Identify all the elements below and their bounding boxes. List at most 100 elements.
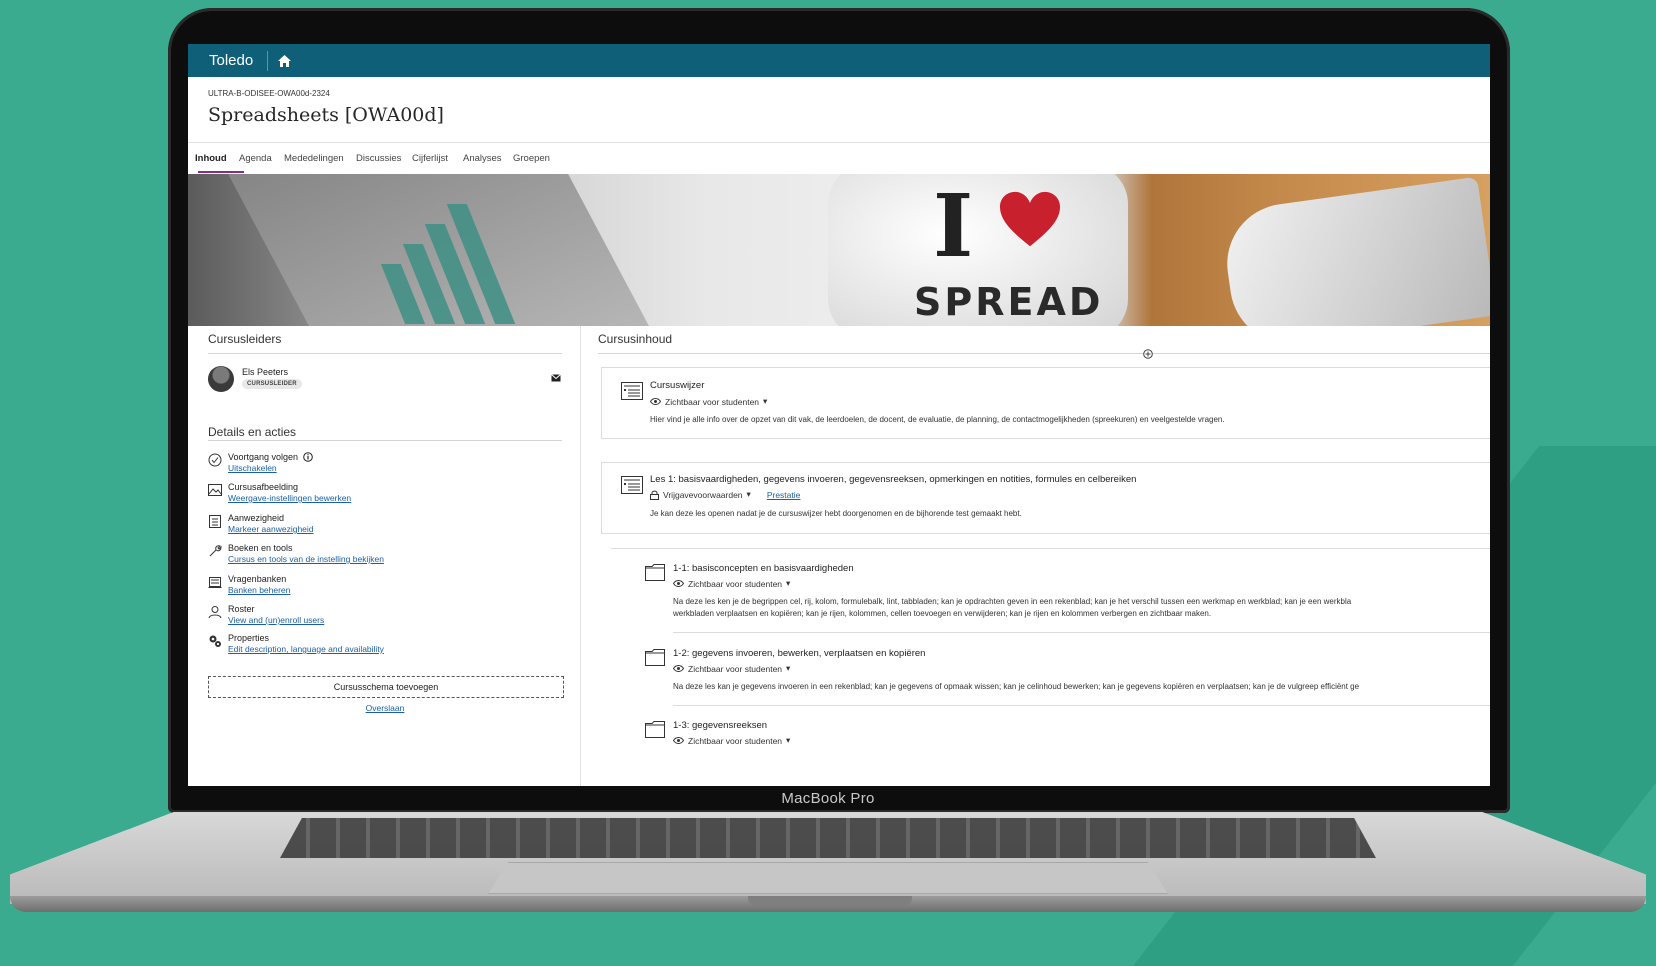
leaders-divider [208,353,562,354]
leader-name[interactable]: Els Peeters [242,367,288,377]
performance-link[interactable]: Prestatie [767,490,801,500]
detail-link-display-settings[interactable]: Weergave-instellingen bewerken [228,493,351,503]
folder-description: Na deze les kan je gegevens invoeren in … [673,682,1360,691]
folder-divider [673,632,1490,633]
eye-icon [673,580,684,587]
detail-link-books-tools[interactable]: Cursus en tools van de instelling bekijk… [228,554,384,564]
folder-icon [645,649,665,666]
chevron-down-icon: ▾ [786,578,791,588]
detail-link-properties[interactable]: Edit description, language and availabil… [228,644,384,654]
details-heading: Details en acties [208,425,297,439]
detail-label: Properties [228,633,270,643]
banner-newspaper [1219,176,1490,326]
skip-link[interactable]: Overslaan [188,703,582,713]
banner-mug-word: SPREAD [914,280,1104,324]
eye-icon [673,665,684,672]
heart-icon [1000,191,1060,247]
eye-icon [650,398,661,405]
add-content-plus-icon[interactable] [1143,349,1153,359]
topbar-divider [267,50,269,71]
question-bank-icon [208,577,222,588]
folder-title[interactable]: 1-1: basisconcepten en basisvaardigheden [673,563,854,574]
folder-divider [673,705,1490,706]
visibility-dropdown[interactable]: Zichtbaar voor studenten ▾ [650,396,767,407]
document-icon [621,476,643,494]
visibility-dropdown[interactable]: Zichtbaar voor studenten ▾ [673,578,790,589]
screen: Toledo ULTRA-B-ODISEE-OWA00d-2324 Spread… [188,44,1490,786]
progress-check-icon [208,453,222,467]
tab-agenda[interactable]: Agenda [239,153,272,164]
lock-icon [650,490,659,500]
tab-analyses[interactable]: Analyses [463,153,502,164]
detail-link-enroll[interactable]: View and (un)enroll users [228,615,324,625]
active-tab-indicator [198,171,244,173]
tab-discussies[interactable]: Discussies [356,153,401,164]
gears-icon [209,635,221,647]
app-logo[interactable]: Toledo [209,52,253,69]
document-icon [621,382,643,400]
content-item-description: Hier vind je alle info over de opzet van… [650,415,1225,424]
release-conditions-dropdown[interactable]: Vrijgavevoorwaarden ▾ Prestatie [650,489,800,500]
folder-description: Na deze les ken je de begrippen cel, rij… [673,597,1352,606]
chevron-down-icon: ▾ [746,489,751,499]
folder-icon [645,564,665,581]
laptop-base [10,812,1646,916]
chevron-down-icon: ▾ [763,396,768,406]
info-icon[interactable] [303,452,313,462]
course-tabs: Inhoud Agenda Mededelingen Discussies Ci… [188,142,1490,176]
wrench-icon [209,545,222,557]
laptop-notch [748,896,912,906]
add-schedule-button[interactable]: Cursusschema toevoegen [208,676,564,698]
leaders-heading: Cursusleiders [208,332,282,346]
visibility-label: Zichtbaar voor studenten [665,396,760,407]
leader-role-badge: CURSUSLEIDER [242,379,302,389]
visibility-dropdown[interactable]: Zichtbaar voor studenten ▾ [673,735,790,746]
column-divider [580,326,581,786]
detail-label: Boeken en tools [228,543,293,553]
detail-link-banks[interactable]: Banken beheren [228,585,290,595]
keyboard [280,818,1376,858]
chevron-down-icon: ▾ [786,735,791,745]
image-icon [208,484,222,496]
home-icon[interactable] [278,54,292,67]
eye-icon [673,737,684,744]
detail-label: Cursusafbeelding [228,482,299,492]
folder-title[interactable]: 1-2: gegevens invoeren, bewerken, verpla… [673,648,925,659]
page-title: Spreadsheets [OWA00d] [208,104,444,126]
content-item-title[interactable]: Les 1: basisvaardigheden, gegevens invoe… [650,474,1136,485]
chevron-down-icon: ▾ [786,663,791,673]
course-code: ULTRA-B-ODISEE-OWA00d-2324 [208,89,330,98]
device-label: MacBook Pro [781,790,875,807]
content-item-description: Je kan deze les openen nadat je de cursu… [650,509,1022,518]
content-heading: Cursusinhoud [598,332,673,346]
folder-description: werkbladen verplaatsen en kopiëren; kan … [673,609,1212,618]
detail-label: Aanwezigheid [228,513,285,523]
trackpad [488,862,1168,894]
visibility-label: Zichtbaar voor studenten [688,735,783,746]
course-banner: I SPREAD [188,174,1490,326]
tab-cijferlijst[interactable]: Cijferlijst [412,153,448,164]
tab-groepen[interactable]: Groepen [513,153,550,164]
tab-inhoud[interactable]: Inhoud [195,153,227,164]
detail-label: Vragenbanken [228,574,287,584]
content-divider [598,353,1490,354]
folder-title[interactable]: 1-3: gegevensreeksen [673,720,767,731]
visibility-label: Zichtbaar voor studenten [688,663,783,674]
tab-mededelingen[interactable]: Mededelingen [284,153,344,164]
avatar[interactable] [208,366,234,392]
visibility-dropdown[interactable]: Zichtbaar voor studenten ▾ [673,663,790,674]
visibility-label: Zichtbaar voor studenten [688,578,783,589]
detail-label: Roster [228,604,255,614]
top-bar: Toledo [188,44,1490,77]
detail-label: Voortgang volgen [228,452,299,462]
detail-link-uitschakelen[interactable]: Uitschakelen [228,463,277,473]
attendance-icon [209,515,221,528]
roster-icon [208,606,222,619]
mail-icon[interactable] [551,374,561,382]
folder-icon [645,721,665,738]
banner-mug-letter: I [933,176,974,277]
detail-link-attendance[interactable]: Markeer aanwezigheid [228,524,314,534]
details-divider [208,440,562,441]
content-item-title[interactable]: Cursuswijzer [650,380,704,391]
folder-divider [611,548,1490,549]
